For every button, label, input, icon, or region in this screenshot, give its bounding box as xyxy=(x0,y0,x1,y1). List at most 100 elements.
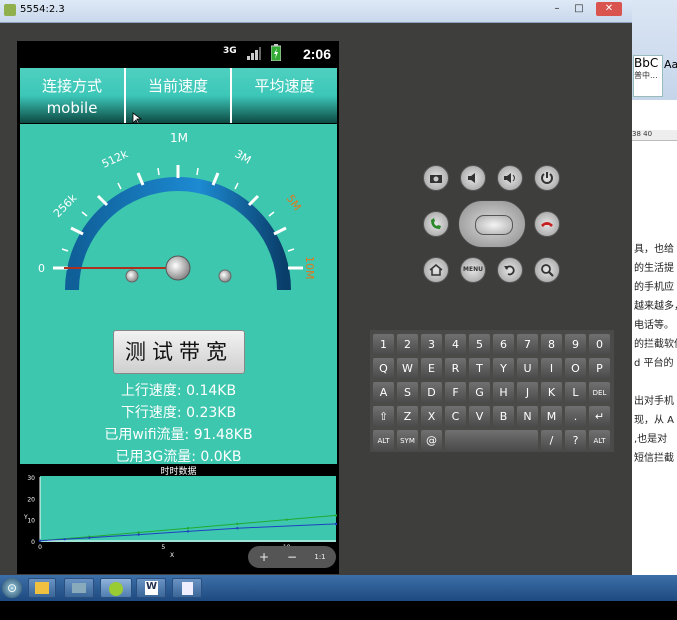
key[interactable]: S xyxy=(397,382,418,402)
key[interactable]: 7 xyxy=(517,334,538,354)
key[interactable]: G xyxy=(469,382,490,402)
taskbar-emulator[interactable] xyxy=(100,578,132,598)
chart-y-tick: 10 xyxy=(27,518,35,525)
dpad[interactable] xyxy=(458,200,526,248)
tab-connection-type[interactable]: 连接方式 mobile xyxy=(20,68,126,123)
end-call-button[interactable] xyxy=(534,211,560,237)
volume-up-button[interactable] xyxy=(497,165,523,191)
key[interactable]: U xyxy=(517,358,538,378)
camera-button[interactable] xyxy=(423,165,449,191)
key[interactable]: DEL xyxy=(589,382,610,402)
clock: 2:06 xyxy=(302,46,331,62)
key[interactable]: 2 xyxy=(397,334,418,354)
key[interactable]: 4 xyxy=(445,334,466,354)
key[interactable]: J xyxy=(517,382,538,402)
key[interactable]: N xyxy=(517,406,538,426)
key[interactable]: 8 xyxy=(541,334,562,354)
key[interactable]: Z xyxy=(397,406,418,426)
key[interactable]: ALT xyxy=(373,430,394,450)
tab-label: 平均速度 xyxy=(254,77,315,95)
key[interactable]: ⇧ xyxy=(373,406,394,426)
power-button[interactable] xyxy=(534,165,560,191)
home-button[interactable] xyxy=(423,257,449,283)
chart-y-label: Y xyxy=(23,514,28,521)
key[interactable]: D xyxy=(421,382,442,402)
key[interactable]: H xyxy=(493,382,514,402)
key[interactable]: 6 xyxy=(493,334,514,354)
key[interactable]: Q xyxy=(373,358,394,378)
key[interactable]: 1 xyxy=(373,334,394,354)
minimize-button[interactable]: – xyxy=(548,2,566,16)
key[interactable]: V xyxy=(469,406,490,426)
key[interactable]: ? xyxy=(565,430,586,450)
zoom-controls: + − 1:1 xyxy=(248,546,336,568)
taskbar-document[interactable] xyxy=(172,578,202,598)
volume-down-button[interactable] xyxy=(460,165,486,191)
key[interactable]: W xyxy=(397,358,418,378)
start-button[interactable]: ⊙ xyxy=(2,578,22,598)
chart-point xyxy=(88,536,91,539)
search-button[interactable] xyxy=(534,257,560,283)
menu-button[interactable]: MENU xyxy=(460,257,486,283)
key[interactable]: A xyxy=(373,382,394,402)
key[interactable]: F xyxy=(445,382,466,402)
taskbar-app-1[interactable] xyxy=(64,578,94,598)
power-icon xyxy=(541,172,553,184)
close-button[interactable]: ✕ xyxy=(596,2,622,16)
dpad-center-button[interactable] xyxy=(475,215,513,235)
zoom-out-button[interactable]: − xyxy=(284,549,300,565)
key[interactable]: E xyxy=(421,358,442,378)
key[interactable]: K xyxy=(541,382,562,402)
3g-usage: 已用3G流量: 0.0KB xyxy=(115,449,242,465)
back-button[interactable] xyxy=(497,257,523,283)
key[interactable]: 0 xyxy=(589,334,610,354)
key[interactable]: B xyxy=(493,406,514,426)
key[interactable]: O xyxy=(565,358,586,378)
zoom-reset-button[interactable]: 1:1 xyxy=(312,549,328,565)
document-text-line: 出对手机 xyxy=(634,396,674,407)
back-icon xyxy=(504,265,515,276)
style-gallery[interactable]: BbC 普中... xyxy=(633,55,663,97)
home-icon xyxy=(429,264,443,276)
chart-point xyxy=(137,533,140,536)
key[interactable]: . xyxy=(565,406,586,426)
bottom-bar xyxy=(0,601,677,620)
key[interactable]: P xyxy=(589,358,610,378)
gauge-screw-right xyxy=(218,269,232,283)
key[interactable]: / xyxy=(541,430,562,450)
test-bandwidth-button[interactable]: 测试带宽 xyxy=(113,330,245,374)
document-text-line: d 平台的 xyxy=(634,358,674,369)
key[interactable]: Y xyxy=(493,358,514,378)
maximize-button[interactable]: □ xyxy=(570,2,588,16)
key[interactable]: ↵ xyxy=(589,406,610,426)
key[interactable]: L xyxy=(565,382,586,402)
tab-average-speed[interactable]: 平均速度 xyxy=(232,68,337,123)
key[interactable]: M xyxy=(541,406,562,426)
gauge-label-0: 0 xyxy=(38,262,45,275)
camera-icon xyxy=(430,175,442,183)
chart-x-label: X xyxy=(170,552,174,559)
key[interactable]: SYM xyxy=(397,430,418,450)
key[interactable]: 9 xyxy=(565,334,586,354)
style-sample-2[interactable]: Aa xyxy=(664,58,677,71)
taskbar-word[interactable]: W xyxy=(136,578,166,598)
download-speed: 下行速度: 0.23KB xyxy=(120,405,237,421)
key[interactable]: @ xyxy=(421,430,442,450)
taskbar-folder[interactable] xyxy=(28,578,56,598)
chart-point xyxy=(137,531,140,534)
key[interactable]: ALT xyxy=(589,430,610,450)
key[interactable]: T xyxy=(469,358,490,378)
document-icon xyxy=(182,582,193,595)
zoom-in-button[interactable]: + xyxy=(256,549,272,565)
signal-icon xyxy=(247,47,261,60)
key[interactable]: 5 xyxy=(469,334,490,354)
key[interactable]: C xyxy=(445,406,466,426)
key[interactable]: R xyxy=(445,358,466,378)
key[interactable] xyxy=(445,430,538,450)
battery-icon xyxy=(271,44,281,61)
call-button[interactable] xyxy=(423,211,449,237)
key[interactable]: 3 xyxy=(421,334,442,354)
key[interactable]: X xyxy=(421,406,442,426)
chart-x-tick: 0 xyxy=(38,544,42,551)
key[interactable]: I xyxy=(541,358,562,378)
